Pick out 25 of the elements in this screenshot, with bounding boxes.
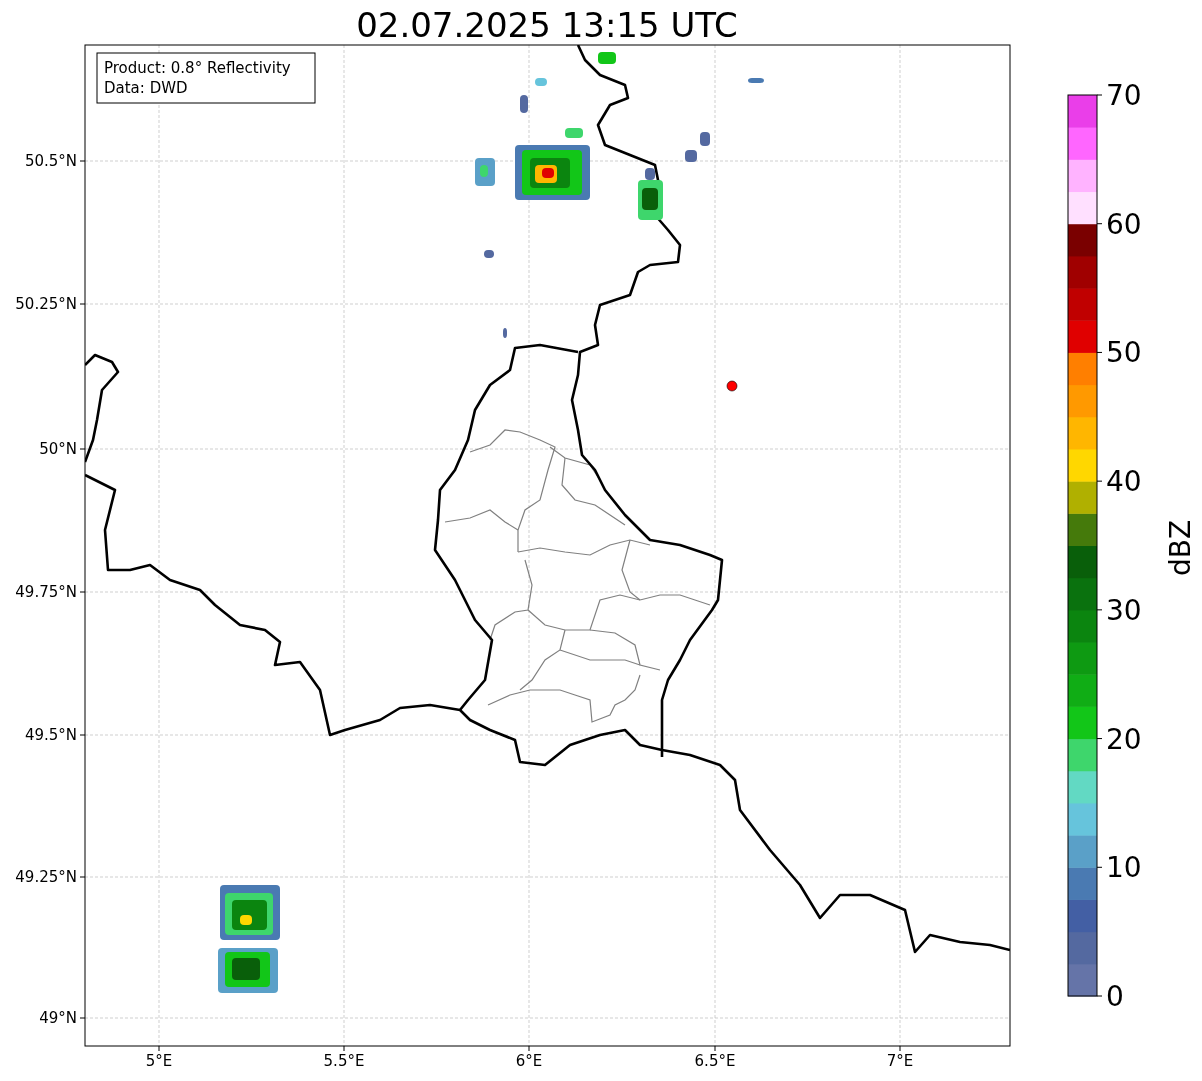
colorbar-tick-label: 40 bbox=[1106, 465, 1142, 499]
colorbar-tick-label: 0 bbox=[1106, 980, 1124, 1013]
colorbar-label: dBZ bbox=[1164, 519, 1197, 577]
longitude-label: 6.5°E bbox=[694, 1052, 736, 1070]
colorbar-tick-label: 60 bbox=[1106, 207, 1142, 241]
colorbar-tick-label: 50 bbox=[1106, 336, 1142, 370]
latitude-label: 49.75°N bbox=[15, 583, 77, 601]
latitude-label: 50.5°N bbox=[24, 152, 77, 170]
latitude-label: 49.5°N bbox=[24, 726, 77, 744]
chart-title: 02.07.2025 13:15 UTC bbox=[356, 5, 738, 45]
colorbar-tick-label: 10 bbox=[1106, 851, 1142, 885]
colorbar-tick-label: 30 bbox=[1106, 593, 1142, 627]
colorbar-tick-label: 20 bbox=[1106, 722, 1142, 756]
radar-site-marker bbox=[726, 380, 738, 392]
latitude-label: 50.25°N bbox=[15, 295, 77, 313]
colorbar-tick-label: 70 bbox=[1106, 79, 1142, 112]
info-text: Data: DWD bbox=[104, 79, 188, 97]
latitude-label: 49°N bbox=[39, 1009, 77, 1027]
info-text: Product: 0.8° Reflectivity bbox=[104, 59, 291, 77]
latitude-label: 49.25°N bbox=[15, 868, 77, 886]
longitude-label: 7°E bbox=[886, 1052, 914, 1070]
longitude-label: 5°E bbox=[145, 1052, 173, 1070]
longitude-label: 5.5°E bbox=[323, 1052, 365, 1070]
latitude-label: 50°N bbox=[39, 440, 77, 458]
longitude-label: 6°E bbox=[515, 1052, 543, 1070]
